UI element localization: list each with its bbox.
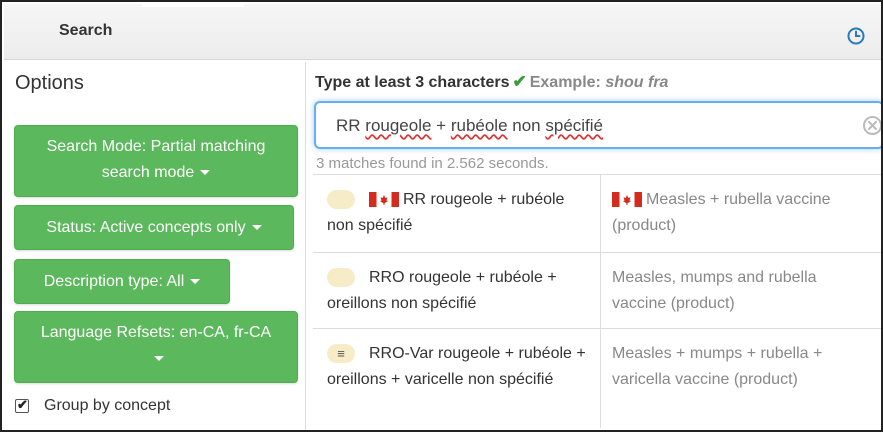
query-part: spécifié <box>545 116 603 135</box>
result-term-cell: ≡ RRO-Var rougeole + rubéole + oreillons … <box>327 341 593 393</box>
result-concept-cell: Measles, mumps and rubella vaccine (prod… <box>612 265 872 317</box>
example-label: Example: <box>529 74 601 91</box>
column-divider <box>600 253 601 328</box>
description-type-dropdown[interactable]: Description type: All <box>14 259 230 304</box>
group-by-concept-checkbox[interactable]: ✔ <box>15 397 29 413</box>
header-tab-highlight <box>142 4 244 7</box>
result-row[interactable]: RR rougeole + rubéole non spécifié Measl… <box>313 174 881 252</box>
language-refsets-label: Language Refsets: en-CA, fr-CA <box>40 324 272 341</box>
caret-down-icon <box>251 225 262 231</box>
column-divider <box>600 329 601 428</box>
checkmark-icon: ✔ <box>17 397 28 412</box>
result-concept: Measles, mumps and rubella vaccine (prod… <box>612 269 817 312</box>
result-row[interactable]: ≡ RRO-Var rougeole + rubéole + oreillons … <box>313 328 881 428</box>
result-row[interactable]: RRO rougeole + rubéole + oreillons non s… <box>313 252 881 328</box>
term-badge <box>327 190 355 210</box>
canada-flag-icon <box>369 192 399 208</box>
language-refsets-dropdown[interactable]: Language Refsets: en-CA, fr-CA <box>14 311 298 383</box>
search-mode-label: Search Mode: Partial matching search mod… <box>46 138 266 181</box>
status-dropdown[interactable]: Status: Active concepts only <box>14 205 294 250</box>
result-term: RRO rougeole + rubéole + oreillons non s… <box>327 269 557 312</box>
search-results-panel: Type at least 3 characters ✔ Example: shou… <box>307 62 883 430</box>
app-frame: Search Options Search Mode: Partial matc… <box>0 0 883 432</box>
matches-summary: 3 matches found in 2.562 seconds. <box>316 155 549 172</box>
clear-search-icon[interactable] <box>862 115 883 136</box>
search-input-value[interactable]: RR rougeole + rubéole non spécifié <box>336 116 603 136</box>
search-input[interactable]: RR rougeole + rubéole non spécifié <box>314 101 883 149</box>
search-mode-dropdown[interactable]: Search Mode: Partial matching search mod… <box>14 125 298 197</box>
query-part: + <box>431 116 451 135</box>
result-term-cell: RR rougeole + rubéole non spécifié <box>327 187 593 239</box>
result-concept-cell: Measles + rubella vaccine (product) <box>612 187 872 239</box>
result-concept: Measles + rubella vaccine (product) <box>612 191 831 234</box>
group-by-concept-label: Group by concept <box>44 397 171 414</box>
search-hint: Type at least 3 characters ✔ Example: shou… <box>315 72 668 92</box>
status-label: Status: Active concepts only <box>46 219 246 236</box>
options-title: Options <box>15 72 84 94</box>
result-term: RRO-Var rougeole + rubéole + oreillons +… <box>327 345 586 388</box>
page-title: Search <box>59 22 113 39</box>
caret-down-icon <box>154 356 164 362</box>
query-part: RR <box>336 116 366 135</box>
checkmark-icon: ✔ <box>512 72 527 91</box>
query-part: non <box>507 116 546 135</box>
canada-flag-icon <box>612 192 642 208</box>
query-part: rougeole <box>365 116 432 135</box>
hint-text: Type at least 3 characters <box>315 74 510 91</box>
caret-down-icon <box>190 279 201 285</box>
group-by-concept-row: ✔ Group by concept <box>15 396 170 416</box>
description-type-label: Description type: All <box>43 273 185 290</box>
result-term-cell: RRO rougeole + rubéole + oreillons non s… <box>327 265 593 317</box>
caret-down-icon <box>200 170 211 176</box>
menu-lines-icon: ≡ <box>327 344 355 364</box>
search-header: Search <box>4 4 881 60</box>
result-term: RR rougeole + rubéole non spécifié <box>327 191 565 234</box>
result-concept: Measles + mumps + rubella + varicella va… <box>612 345 823 388</box>
clock-icon[interactable] <box>846 26 866 46</box>
term-badge <box>327 268 355 288</box>
column-divider <box>600 175 601 252</box>
query-part: rubéole <box>450 116 508 135</box>
options-panel: Options Search Mode: Partial matching se… <box>5 62 306 430</box>
result-concept-cell: Measles + mumps + rubella + varicella va… <box>612 341 872 393</box>
example-value: shou fra <box>605 74 669 91</box>
